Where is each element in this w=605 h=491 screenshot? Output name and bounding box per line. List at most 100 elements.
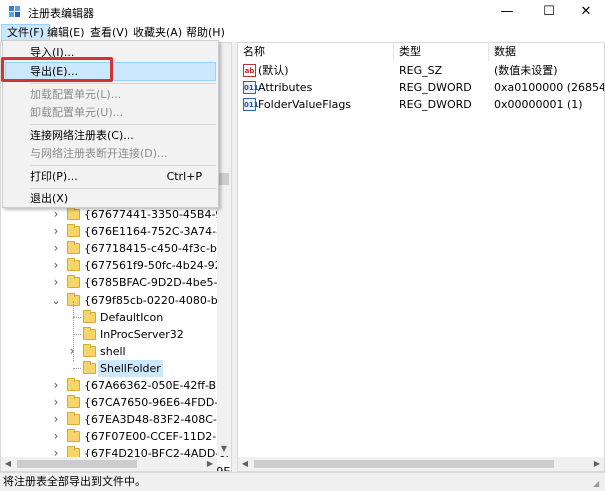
tree-node[interactable]: › {67A66362-050E-42ff-B241-82 [1,377,231,394]
tree-node-label[interactable]: {677561f9-50fc-4b24-921d-ea [82,257,231,274]
list-horizontal-scrollbar[interactable]: ◀ ▶ [238,457,604,471]
expand-chevron-icon[interactable]: › [51,377,61,394]
tree-node[interactable]: › {67EA3D48-83F2-408C-AD46- [1,411,231,428]
tree-node[interactable]: › {676E1164-752C-3A74-8D3F-E [1,223,231,240]
expand-chevron-icon[interactable]: › [67,343,77,360]
tree-node-label[interactable]: {67677441-3350-45B4-9455-4 [82,206,231,223]
menu-item-print[interactable]: 打印(P)... Ctrl+P [5,167,216,186]
folder-icon [83,327,96,340]
window-title: 注册表编辑器 [28,7,94,20]
binary-value-icon: 011 [243,81,259,94]
value-type: REG_DWORD [399,81,472,94]
tree-connector [73,317,81,318]
print-shortcut: Ctrl+P [166,170,202,183]
tree-horizontal-scrollbar[interactable]: ◀ ▶ [1,457,217,471]
expand-chevron-icon[interactable]: › [51,240,61,257]
menu-item-exit[interactable]: 退出(X) [5,189,216,208]
tree-node[interactable]: › {677561f9-50fc-4b24-921d-ea [1,257,231,274]
tree-node[interactable]: ⌄ {679f85cb-0220-4080-b29b-5 [1,292,231,309]
tree-node-label[interactable]: {679f85cb-0220-4080-b29b-5 [82,292,231,309]
tree-connector [73,301,74,361]
value-row[interactable]: 011Attributes REG_DWORD 0xa0100000 (268540… [238,79,604,96]
tree-node-label[interactable]: {67A66362-050E-42ff-B241-82 [82,377,231,394]
folder-icon [67,224,80,237]
folder-icon [67,275,80,288]
regedit-app-icon [9,6,20,17]
tree-node-label[interactable]: {67CA7650-96E6-4FDD-BB43- [82,394,231,411]
tree-hscroll-thumb[interactable] [17,460,137,468]
menu-separator [30,124,216,125]
status-text: 将注册表全部导出到文件中。 [3,475,146,488]
tree-node-label[interactable]: DefaultIcon [98,309,165,326]
status-bar: 将注册表全部导出到文件中。 ◢ [0,472,605,491]
menu-item-disconnect-network-registry[interactable]: 与网络注册表断开连接(D)... [5,144,216,163]
value-data: 0x00000001 (1) [494,98,583,111]
scroll-left-arrow-icon[interactable]: ◀ [238,457,252,471]
expand-chevron-icon[interactable]: › [51,428,61,445]
tree-node-label[interactable]: {67F07E00-CCEF-11D2-9EF9-0 [82,428,231,445]
column-header-data[interactable]: 数据 [489,43,604,61]
tree-node-label[interactable]: {67718415-c450-4f3c-bf8a-b4 [82,240,231,257]
expand-chevron-icon[interactable]: › [51,206,61,223]
tree-node-label[interactable]: {67EA3D48-83F2-408C-AD46- [82,411,231,428]
menu-separator [30,165,216,166]
value-type: REG_SZ [399,64,443,77]
value-data: (数值未设置) [494,64,558,77]
tree-node[interactable]: InProcServer32 [1,326,217,343]
menu-item-load-hive[interactable]: 加载配置单元(L)... [5,85,216,104]
menu-item-unload-hive[interactable]: 卸载配置单元(U)... [5,103,216,122]
close-button[interactable]: ✕ [566,0,605,24]
minimize-button[interactable]: — [487,0,527,24]
tree-node[interactable]: › {67F07E00-CCEF-11D2-9EF9-0 [1,428,231,445]
value-data: 0xa0100000 (268540313 [494,81,604,94]
tree-node[interactable]: › {67718415-c450-4f3c-bf8a-b4 [1,240,231,257]
expand-chevron-icon[interactable]: › [51,411,61,428]
expand-chevron-icon[interactable]: › [51,223,61,240]
tree-node-label[interactable]: ShellFolder [98,360,163,377]
tree-node[interactable]: › {67CA7650-96E6-4FDD-BB43- [1,394,231,411]
value-row[interactable]: ab (默认) REG_SZ (数值未设置) [238,62,604,79]
scroll-down-arrow-icon[interactable]: ▼ [217,442,231,456]
expand-chevron-icon[interactable]: › [51,274,61,291]
value-name: (默认) [258,64,289,77]
title-bar: 注册表编辑器 — ☐ ✕ [0,0,605,24]
scroll-right-arrow-icon[interactable]: ▶ [203,457,217,471]
tree-node[interactable]: ShellFolder [1,360,217,377]
expand-chevron-icon[interactable]: › [51,394,61,411]
expand-chevron-icon[interactable]: › [51,257,61,274]
folder-icon [83,344,96,357]
tree-vscroll-thumb[interactable] [219,173,229,185]
tree-node[interactable]: › {6785BFAC-9D2D-4be5-B7E2- [1,274,231,291]
value-name: FolderValueFlags [258,98,352,111]
collapse-chevron-icon[interactable]: ⌄ [51,292,61,309]
tree-node-label[interactable]: InProcServer32 [98,326,186,343]
menu-item-connect-network-registry[interactable]: 连接网络注册表(C)... [5,126,216,145]
tree-node-label[interactable]: shell [98,343,128,360]
list-hscroll-thumb[interactable] [254,460,554,468]
tree-node-label[interactable]: {676E1164-752C-3A74-8D3F-E [82,223,231,240]
folder-icon [67,258,80,271]
tree-node[interactable]: › shell [1,343,217,360]
value-name: Attributes [258,81,313,94]
tree-node[interactable]: DefaultIcon [1,309,217,326]
folder-icon [67,207,80,220]
column-header-name[interactable]: 名称 [238,43,394,61]
folder-icon [67,429,80,442]
maximize-button[interactable]: ☐ [529,0,569,24]
folder-icon [67,412,80,425]
value-type: REG_DWORD [399,98,472,111]
folder-icon [83,361,96,374]
menu-separator [30,83,216,84]
tree-node-label[interactable]: {6785BFAC-9D2D-4be5-B7E2- [82,274,231,291]
scroll-right-arrow-icon[interactable]: ▶ [590,457,604,471]
values-list-pane[interactable]: 名称 类型 数据 ab (默认) REG_SZ (数值未设置) 011 Attribute… [237,42,605,472]
tree-connector [73,334,81,335]
tree-connector [73,368,81,369]
tree-node[interactable]: › {67677441-3350-45B4-9455-4 [1,206,231,223]
tree-vertical-scrollbar[interactable]: ▼ [217,43,231,456]
scroll-left-arrow-icon[interactable]: ◀ [1,457,15,471]
resize-grip-icon[interactable]: ◢ [593,479,603,489]
value-row[interactable]: 011 FolderValueFlags REG_DWORD 0x00000001 (… [238,96,604,113]
string-value-icon: ab [243,64,256,77]
column-header-type[interactable]: 类型 [394,43,489,61]
